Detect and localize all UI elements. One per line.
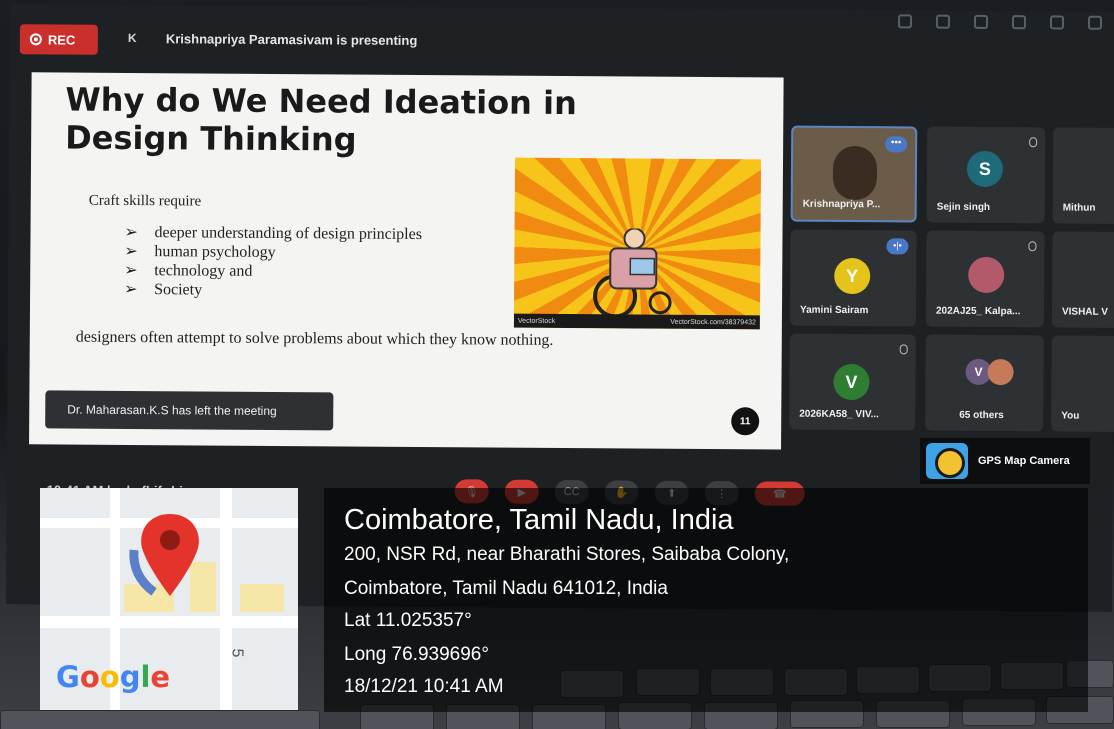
avatar — [968, 256, 1005, 294]
settings-icon[interactable] — [1049, 15, 1065, 30]
participant-tile[interactable]: V 65 others — [925, 334, 1044, 432]
participant-tile[interactable]: V 2026KA58_ VIV... — [789, 333, 916, 431]
gps-camera-badge: GPS Map Camera — [920, 438, 1090, 484]
participant-video — [832, 145, 878, 201]
participant-tile[interactable]: 202AJ25_ Kalpa... — [925, 230, 1045, 328]
map-block — [240, 584, 284, 612]
slide-title: Why do We Need Ideation in Design Thinki… — [65, 80, 577, 159]
left-meeting-toast: Dr. Maharasan.K.S has left the meeting — [45, 390, 334, 431]
slide-intro: Craft skills require — [88, 192, 202, 210]
participant-tile[interactable]: VISHAL V — [1051, 231, 1114, 328]
list-item: ➢ deeper understanding of design principl… — [124, 223, 423, 244]
avatar: Y — [834, 257, 871, 295]
list-item: ➢ technology and — [124, 261, 253, 280]
key — [0, 710, 320, 729]
presenter-avatar: K — [127, 30, 137, 46]
star-icon[interactable] — [1087, 15, 1103, 30]
map-street-number: 5 — [228, 648, 246, 658]
presenting-banner: Krishnapriya Paramasivam is presenting — [165, 31, 418, 48]
participant-tile[interactable]: •|• Y Yamini Sairam — [789, 229, 917, 327]
camera-icon[interactable] — [935, 14, 951, 29]
participant-name: VISHAL V — [1061, 306, 1108, 318]
mic-off-icon — [1029, 137, 1038, 148]
list-item: ➢ human psychology — [124, 242, 276, 262]
volume-icon[interactable] — [1011, 15, 1027, 30]
participant-name: Yamini Sairam — [799, 304, 869, 317]
participant-name: 65 others — [959, 409, 1004, 422]
recording-badge: REC — [19, 24, 98, 55]
avatar — [987, 358, 1014, 386]
participant-tile[interactable]: S Sejin singh — [926, 126, 1046, 224]
presented-slide: Why do We Need Ideation in Design Thinki… — [29, 72, 784, 450]
arrow-bullet-icon: ➢ — [124, 223, 138, 242]
gps-location-panel: Coimbatore, Tamil Nadu, India 200, NSR R… — [324, 488, 1088, 712]
photo-frame: REC K Krishnapriya Paramasivam is presen… — [0, 0, 1114, 729]
mic-off-icon — [899, 344, 908, 355]
avatar: V — [833, 363, 870, 401]
more-options-icon[interactable]: ••• — [885, 136, 908, 153]
participant-name: Krishnapriya P... — [802, 198, 881, 211]
gps-address-line2: Coimbatore, Tamil Nadu 641012, India — [344, 578, 668, 599]
list-item: ➢ Society — [124, 280, 203, 299]
image-caption: VectorStock.com/38379432 — [670, 318, 756, 326]
participant-name: 202AJ25_ Kalpa... — [935, 305, 1021, 318]
gps-camera-app-icon — [926, 443, 968, 479]
participant-tile[interactable]: You — [1051, 335, 1114, 432]
map-pin-icon — [129, 514, 199, 596]
google-logo: Google — [56, 660, 171, 694]
arrow-bullet-icon: ➢ — [124, 280, 138, 299]
screen-icon[interactable] — [973, 14, 989, 29]
gps-datetime: 18/12/21 10:41 AM — [344, 676, 504, 697]
arrow-bullet-icon: ➢ — [124, 242, 138, 261]
top-toolbar — [897, 14, 1103, 30]
participant-tile[interactable]: ••• Krishnapriya P... — [790, 125, 918, 223]
record-icon — [29, 33, 42, 46]
slide-illustration: VectorStock VectorStock.com/38379432 — [513, 157, 762, 330]
slide-body: designers often attempt to solve problem… — [75, 328, 554, 349]
participant-tile[interactable]: Mithun — [1052, 127, 1114, 224]
gps-longitude: Long 76.939696° — [344, 644, 489, 665]
gps-city: Coimbatore, Tamil Nadu, India — [344, 504, 734, 536]
gps-app-name: GPS Map Camera — [978, 455, 1070, 467]
arrow-bullet-icon: ➢ — [124, 261, 138, 280]
map-road — [220, 488, 232, 710]
watermark-text: VectorStock — [517, 317, 556, 325]
participant-name: Sejin singh — [936, 201, 991, 213]
participant-name: Mithun — [1062, 202, 1096, 214]
slide-page-number: 11 — [731, 407, 760, 436]
wheelchair-illustration-icon — [593, 228, 672, 319]
slide-bullets: ➢ deeper understanding of design principl… — [124, 223, 422, 301]
gps-address-line1: 200, NSR Rd, near Bharathi Stores, Saiba… — [344, 544, 790, 565]
gps-latitude: Lat 11.025357° — [344, 610, 472, 631]
map-thumbnail: 5 Google — [40, 488, 298, 710]
map-road — [40, 616, 298, 628]
participant-name: 2026KA58_ VIV... — [799, 408, 879, 421]
avatar: S — [966, 150, 1004, 188]
image-caption-bar: VectorStock VectorStock.com/38379432 — [513, 313, 760, 330]
window-icon[interactable] — [897, 14, 913, 29]
speaking-indicator-icon: •|• — [886, 238, 909, 255]
mic-off-icon — [1028, 241, 1037, 252]
rec-label: REC — [47, 31, 76, 48]
participant-name: You — [1061, 410, 1080, 422]
